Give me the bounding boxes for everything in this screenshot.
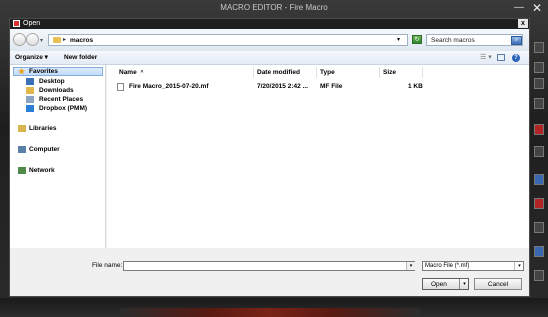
sidebar-selection [13, 67, 103, 76]
column-header-size[interactable]: Size [380, 67, 423, 78]
toolbar-icon[interactable] [534, 198, 544, 209]
toolbar-icon[interactable] [534, 146, 544, 157]
dialog-close-button[interactable]: x [518, 19, 528, 28]
toolbar-icon[interactable] [534, 62, 544, 73]
address-bar[interactable]: ▸ macros ▾ [48, 34, 408, 46]
file-type-select[interactable]: Macro File (*.mf) ▾ [422, 261, 524, 271]
app-title: MACRO EDITOR - Fire Macro [220, 3, 328, 12]
search-icon[interactable]: ⌕ [511, 36, 522, 45]
downloads-icon [26, 87, 34, 94]
play-icon[interactable] [534, 98, 544, 109]
cancel-button[interactable]: Cancel [474, 278, 522, 290]
file-name-input[interactable] [123, 261, 415, 271]
file-icon [117, 83, 124, 91]
help-icon[interactable]: ? [512, 54, 520, 62]
sidebar-item-label: Computer [29, 146, 60, 153]
sidebar-item-label: Desktop [39, 78, 65, 85]
chevron-down-icon[interactable]: ▾ [514, 262, 524, 270]
search-placeholder: Search macros [431, 37, 475, 44]
toolbar-icon[interactable] [534, 246, 544, 257]
file-type-value: Macro File (*.mf) [425, 263, 470, 269]
computer-icon [18, 146, 26, 153]
file-date: 7/20/2015 2:42 ... [257, 83, 308, 90]
app-bottom-bar [0, 298, 548, 317]
new-folder-button[interactable]: New folder [64, 51, 97, 64]
dropbox-icon [26, 105, 34, 112]
star-icon: ★ [18, 67, 26, 76]
file-name-dropdown-icon[interactable]: ▾ [406, 262, 415, 270]
sidebar-item-label: Recent Places [39, 96, 84, 103]
refresh-button[interactable]: ↻ [412, 35, 422, 44]
toolbar-icon[interactable] [534, 174, 544, 185]
file-name: Fire Macro_2015-07-20.mf [129, 83, 209, 90]
navigation-bar: ▾ ▸ macros ▾ ↻ Search macros ⌕ [10, 29, 529, 51]
libraries-icon [18, 125, 26, 132]
file-size: 1 KB [408, 83, 423, 90]
sidebar-item-label: Network [29, 167, 55, 174]
sidebar-item-label: Favorites [29, 68, 58, 75]
file-name-label: File name: [92, 262, 123, 269]
back-button[interactable] [13, 33, 26, 46]
app-close-button[interactable]: ✕ [529, 1, 545, 15]
app-icon [13, 20, 20, 27]
column-header-date[interactable]: Date modified [254, 67, 317, 78]
sidebar-item-label: Libraries [29, 125, 57, 132]
open-dialog: Open x ▾ ▸ macros ▾ ↻ Search macros ⌕ Or… [9, 18, 530, 297]
column-header-type[interactable]: Type [317, 67, 380, 78]
open-button[interactable]: Open ▾ [422, 278, 469, 290]
organize-button[interactable]: Organize ▾ [15, 51, 48, 64]
dialog-footer: File name: ▾ Macro File (*.mf) ▾ Open ▾ … [10, 248, 529, 296]
network-icon [18, 167, 26, 174]
open-split-dropdown-icon[interactable]: ▾ [459, 279, 469, 289]
navigation-pane: ★ Favorites Desktop Downloads Recent Pla… [10, 65, 106, 248]
desktop-icon [26, 78, 34, 85]
preview-pane-icon[interactable] [497, 54, 505, 61]
command-bar: Organize ▾ New folder ☰ ▾ ? [10, 51, 529, 65]
trash-icon[interactable] [534, 270, 544, 281]
dialog-titlebar: Open x [10, 19, 529, 29]
dialog-title: Open [23, 20, 41, 27]
breadcrumb-path[interactable]: macros [70, 35, 93, 46]
record-icon[interactable] [534, 124, 544, 135]
app-right-toolbar [532, 40, 546, 298]
recent-locations-dropdown[interactable]: ▾ [40, 37, 43, 44]
toolbar-icon[interactable] [534, 222, 544, 233]
breadcrumb-arrow-icon[interactable]: ▸ [63, 35, 66, 46]
toolbar-icon[interactable] [534, 42, 544, 53]
column-header-name[interactable]: Name ^ [116, 67, 254, 78]
toolbar-icon[interactable] [534, 78, 544, 89]
app-minimize-button[interactable]: — [512, 2, 526, 14]
open-button-label: Open [431, 281, 447, 288]
address-dropdown-icon[interactable]: ▾ [397, 35, 400, 46]
table-row[interactable]: Fire Macro_2015-07-20.mf 7/20/2015 2:42 … [107, 82, 529, 92]
column-header-empty [423, 67, 527, 78]
recent-places-icon [26, 96, 34, 103]
decorative-stripe [120, 308, 420, 317]
sidebar-item-label: Dropbox (PMM) [39, 105, 88, 112]
sort-arrow-icon: ^ [140, 70, 144, 76]
forward-button[interactable] [26, 33, 39, 46]
sidebar-item-label: Downloads [39, 87, 74, 94]
file-type: MF File [320, 83, 343, 90]
views-button[interactable]: ☰ ▾ [480, 51, 492, 64]
folder-icon [53, 37, 61, 43]
search-input[interactable]: Search macros ⌕ [426, 34, 523, 46]
file-list: Name ^ Date modified Type Size Fire Macr… [107, 65, 529, 248]
